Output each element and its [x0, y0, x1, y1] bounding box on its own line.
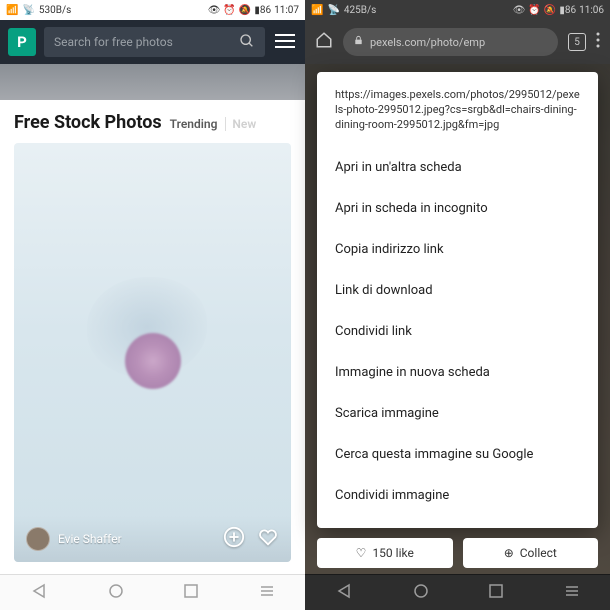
back-button[interactable]	[336, 583, 352, 603]
menu-share-image[interactable]: Condividi immagine	[317, 475, 598, 516]
network-speed: 425B/s	[344, 5, 376, 16]
app-header: P Search for free photos	[0, 20, 305, 64]
lock-icon	[353, 35, 364, 49]
context-menu: https://images.pexels.com/photos/2995012…	[317, 72, 598, 528]
clock: 11:06	[579, 5, 604, 16]
search-placeholder: Search for free photos	[54, 35, 239, 49]
menu-copy-link[interactable]: Copia indirizzo link	[317, 229, 598, 270]
battery-icon: ▮86	[559, 5, 576, 16]
drawer-button[interactable]	[565, 583, 579, 602]
menu-image-new-tab[interactable]: Immagine in nuova scheda	[317, 352, 598, 393]
like-button[interactable]: ♡ 150 like	[317, 538, 453, 568]
plus-icon: ⊕	[504, 546, 514, 560]
photo-subject	[125, 333, 181, 389]
url-text: pexels.com/photo/emp	[370, 36, 485, 49]
signal-icon: 📶	[311, 5, 323, 16]
menu-share-link[interactable]: Condividi link	[317, 311, 598, 352]
dnd-icon: 🔕	[544, 5, 556, 16]
tab-new[interactable]: New	[225, 117, 256, 131]
menu-open-incognito[interactable]: Apri in scheda in incognito	[317, 188, 598, 229]
heart-icon: ♡	[356, 546, 367, 560]
menu-icon[interactable]	[273, 33, 297, 52]
context-menu-url: https://images.pexels.com/photos/2995012…	[317, 84, 598, 147]
heart-icon[interactable]	[257, 526, 279, 552]
tab-trending[interactable]: Trending	[170, 117, 218, 131]
menu-download-image[interactable]: Scarica immagine	[317, 393, 598, 434]
battery-icon: ▮86	[254, 5, 271, 16]
pexels-logo[interactable]: P	[8, 28, 36, 56]
url-bar[interactable]: pexels.com/photo/emp	[343, 28, 558, 56]
status-bar-left: 📶 📡 530B/s 👁 ⏰ 🔕 ▮86 11:07	[0, 0, 305, 20]
tab-count[interactable]: 5	[568, 33, 586, 51]
collect-button[interactable]: ⊕ Collect	[463, 538, 599, 568]
more-icon[interactable]	[596, 32, 600, 52]
browser-home-icon[interactable]	[315, 31, 333, 53]
menu-open-new-tab[interactable]: Apri in un'altra scheda	[317, 147, 598, 188]
alarm-off-icon: ⏰	[223, 5, 235, 16]
alarm-off-icon: ⏰	[528, 5, 540, 16]
avatar[interactable]	[26, 527, 50, 551]
android-nav-left	[0, 574, 305, 610]
clock: 11:07	[274, 5, 299, 16]
search-icon[interactable]	[239, 33, 255, 52]
page-title: Free Stock Photos	[14, 112, 162, 133]
eye-icon: 👁	[208, 5, 221, 16]
like-count: 150 like	[372, 546, 413, 560]
eye-icon: 👁	[513, 5, 526, 16]
network-speed: 530B/s	[39, 5, 71, 16]
hero-banner	[0, 64, 305, 100]
wifi-icon: 📡	[327, 5, 339, 16]
action-bar: ♡ 150 like ⊕ Collect	[305, 534, 610, 574]
card-footer: Evie Shaffer	[14, 516, 291, 562]
wifi-icon: 📡	[22, 5, 34, 16]
menu-search-google[interactable]: Cerca questa immagine su Google	[317, 434, 598, 475]
dnd-icon: 🔕	[239, 5, 251, 16]
author-name[interactable]: Evie Shaffer	[58, 532, 223, 546]
recent-button[interactable]	[489, 583, 503, 602]
home-button[interactable]	[414, 583, 428, 602]
add-icon[interactable]	[223, 526, 245, 552]
collect-label: Collect	[520, 546, 557, 560]
signal-icon: 📶	[6, 5, 18, 16]
drawer-button[interactable]	[260, 583, 274, 602]
search-input[interactable]: Search for free photos	[44, 27, 265, 57]
photo-card[interactable]: Evie Shaffer	[14, 143, 291, 562]
page-background: https://images.pexels.com/photos/2995012…	[305, 64, 610, 574]
menu-download-link[interactable]: Link di download	[317, 270, 598, 311]
browser-toolbar: pexels.com/photo/emp 5	[305, 20, 610, 64]
home-button[interactable]	[109, 583, 123, 602]
main-content: Free Stock Photos Trending New Evie Shaf…	[0, 100, 305, 574]
recent-button[interactable]	[184, 583, 198, 602]
status-bar-right: 📶 📡 425B/s 👁 ⏰ 🔕 ▮86 11:06	[305, 0, 610, 20]
android-nav-right	[305, 574, 610, 610]
back-button[interactable]	[31, 583, 47, 603]
